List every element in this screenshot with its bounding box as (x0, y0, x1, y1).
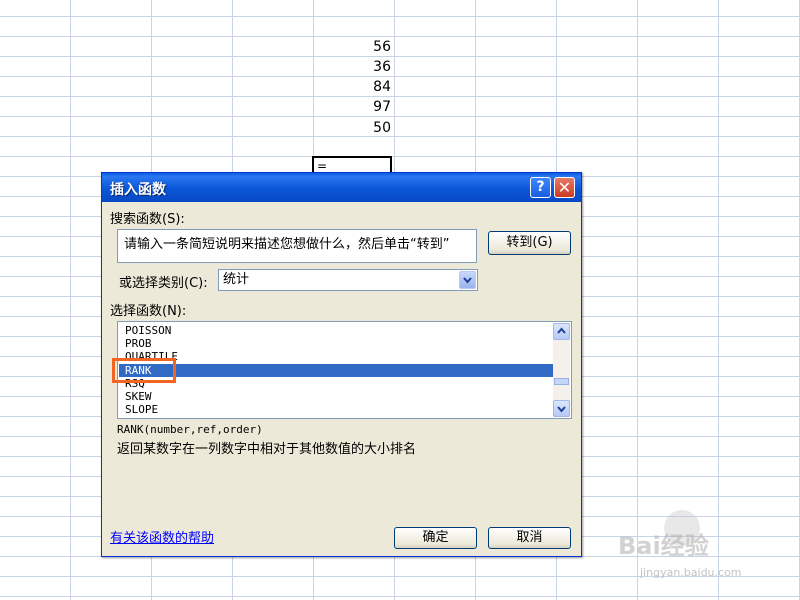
annotation-highlight-box (112, 358, 176, 383)
category-value: 统计 (223, 272, 250, 287)
chevron-down-icon[interactable] (459, 271, 476, 289)
search-input[interactable]: 请输入一条简短说明来描述您想做什么，然后单击“转到” (117, 229, 477, 263)
dialog-title: 插入函数 (110, 182, 166, 198)
list-item[interactable]: QUARTILE (123, 350, 555, 363)
close-button[interactable]: ✕ (554, 177, 575, 198)
cell-value[interactable]: 36 (313, 57, 391, 77)
cell-value[interactable]: 84 (313, 77, 391, 97)
help-button[interactable]: ? (530, 177, 551, 198)
list-scrollbar[interactable] (553, 323, 570, 417)
function-help-link[interactable]: 有关该函数的帮助 (110, 527, 214, 546)
cell-value[interactable]: 97 (313, 97, 391, 117)
function-label: 选择函数(N): (110, 304, 187, 319)
list-item[interactable]: RSQ (123, 377, 555, 390)
list-item[interactable]: PROB (123, 337, 555, 350)
watermark-brand: Bai经验 (618, 532, 709, 560)
function-list[interactable]: POISSON PROB QUARTILE RANK RSQ SKEW SLOP… (117, 321, 572, 419)
scroll-up-icon[interactable] (553, 323, 570, 340)
category-select[interactable]: 统计 (218, 269, 478, 291)
cell-value[interactable]: 50 (313, 118, 391, 138)
scroll-thumb[interactable] (554, 378, 569, 385)
cell-value[interactable]: 56 (313, 37, 391, 57)
scroll-down-icon[interactable] (553, 400, 570, 417)
ok-button[interactable]: 确定 (394, 527, 477, 549)
function-description: 返回某数字在一列数字中相对于其他数值的大小排名 (117, 442, 417, 457)
cancel-button[interactable]: 取消 (488, 527, 571, 549)
goto-button[interactable]: 转到(G) (488, 231, 571, 255)
dialog-titlebar[interactable]: 插入函数 ? ✕ (102, 173, 581, 202)
list-item[interactable]: SLOPE (123, 403, 555, 416)
watermark-url: jingyan.baidu.com (640, 566, 742, 579)
category-label: 或选择类别(C): (119, 276, 208, 291)
function-syntax: RANK(number,ref,order) (117, 423, 263, 436)
list-item[interactable]: POISSON (123, 324, 555, 337)
list-item[interactable]: SKEW (123, 390, 555, 403)
search-label: 搜索函数(S): (110, 212, 185, 227)
list-item-selected[interactable]: RANK (119, 364, 558, 377)
